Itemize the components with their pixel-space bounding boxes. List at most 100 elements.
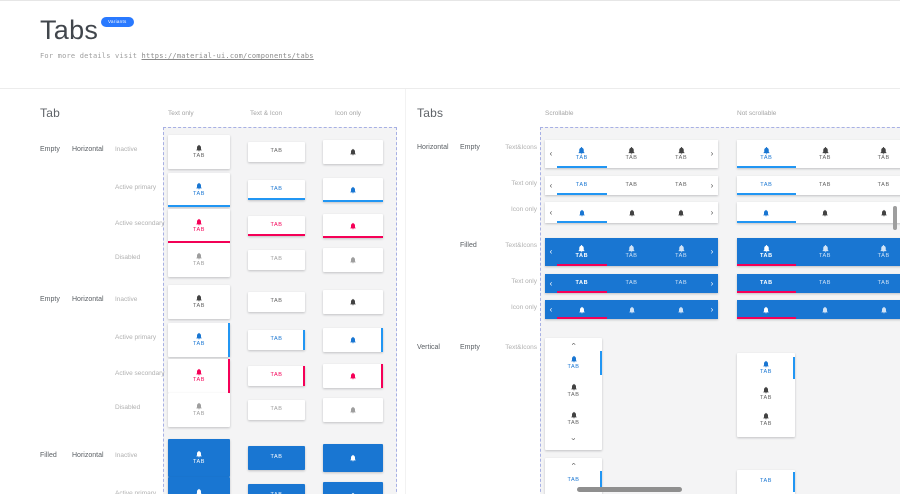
tab-item[interactable]: TAB [607, 140, 657, 168]
tabs-bar-fixed[interactable]: TABTABTAB [737, 238, 900, 266]
tab-card[interactable]: TAB [168, 439, 230, 477]
tab-card[interactable] [323, 290, 383, 314]
tab-card[interactable]: TAB [168, 285, 230, 319]
tab-item[interactable]: TAB [796, 176, 855, 195]
tabs-bar-scrollable[interactable]: ‹› [545, 300, 718, 319]
tab-item[interactable]: TAB [545, 349, 602, 377]
tabs-bar-fixed[interactable]: TABTABTAB [737, 176, 900, 195]
tab-item[interactable]: TAB [557, 140, 607, 168]
scroll-up-icon[interactable]: ‹ [572, 338, 575, 349]
tab-item[interactable] [607, 300, 657, 319]
tab-item[interactable]: TAB [854, 274, 900, 293]
tab-card[interactable]: TAB [248, 400, 305, 420]
scroll-prev-icon[interactable]: ‹ [545, 300, 557, 319]
tab-item[interactable]: TAB [656, 238, 706, 266]
tab-item[interactable] [737, 300, 796, 319]
tab-item[interactable]: TAB [737, 140, 796, 168]
tab-item[interactable]: TAB [656, 274, 706, 293]
vertical-tabs-card-scrollable[interactable]: ‹TABTABTAB‹ [545, 338, 602, 450]
tab-item[interactable]: TAB [737, 407, 795, 433]
tab-card[interactable]: TAB [168, 173, 230, 207]
tab-item[interactable]: TAB [796, 274, 855, 293]
tab-item[interactable]: TAB [545, 405, 602, 433]
tabs-bar-scrollable[interactable]: ‹TABTABTAB› [545, 176, 718, 195]
tab-item[interactable]: TAB [607, 238, 657, 266]
tab-item[interactable]: TAB [656, 176, 706, 195]
vertical-tabs-card-fixed[interactable]: TAB [737, 470, 795, 494]
scroll-prev-icon[interactable]: ‹ [545, 140, 557, 168]
scroll-next-icon[interactable]: › [706, 238, 718, 266]
scroll-down-icon[interactable]: ‹ [572, 433, 575, 444]
tabs-bar-scrollable[interactable]: ‹TABTABTAB› [545, 274, 718, 293]
tab-card[interactable] [323, 482, 383, 494]
tab-item[interactable]: TAB [854, 238, 900, 266]
tab-item[interactable]: TAB [557, 238, 607, 266]
tab-card[interactable] [323, 398, 383, 422]
tab-card[interactable]: TAB [168, 209, 230, 243]
tabs-bar-scrollable[interactable]: ‹TABTABTAB› [545, 140, 718, 168]
tab-item[interactable] [656, 202, 706, 223]
tab-item[interactable]: TAB [656, 140, 706, 168]
scroll-next-icon[interactable]: › [706, 176, 718, 195]
tabs-bar-fixed[interactable] [737, 300, 900, 319]
tab-item[interactable] [854, 300, 900, 319]
tab-card[interactable]: TAB [168, 323, 230, 357]
horizontal-scrollbar-thumb[interactable] [577, 487, 682, 492]
tabs-bar-scrollable[interactable]: ‹› [545, 202, 718, 223]
tab-item[interactable]: TAB [607, 274, 657, 293]
scroll-next-icon[interactable]: › [706, 202, 718, 223]
tab-item[interactable]: TAB [737, 381, 795, 407]
tab-card[interactable] [323, 214, 383, 238]
tab-item[interactable]: TAB [737, 355, 795, 381]
tab-card[interactable]: TAB [248, 446, 305, 470]
tab-item[interactable]: TAB [545, 377, 602, 405]
tab-card[interactable]: TAB [248, 180, 305, 200]
tab-card[interactable] [323, 178, 383, 202]
tab-card[interactable] [323, 444, 383, 472]
scroll-next-icon[interactable]: › [706, 300, 718, 319]
tab-item[interactable]: TAB [737, 470, 795, 494]
tab-card[interactable] [323, 328, 383, 352]
tab-card[interactable]: TAB [248, 250, 305, 270]
tab-card[interactable] [323, 140, 383, 164]
tab-card[interactable]: TAB [248, 366, 305, 386]
tab-item[interactable] [737, 202, 796, 223]
tab-card[interactable]: TAB [168, 359, 230, 393]
tab-item[interactable] [557, 202, 607, 223]
tabs-bar-fixed[interactable]: TABTABTAB [737, 274, 900, 293]
tabs-bar-fixed[interactable]: TABTABTAB [737, 140, 900, 168]
scroll-prev-icon[interactable]: ‹ [545, 238, 557, 266]
tab-card[interactable]: TAB [248, 330, 305, 350]
tab-item[interactable]: TAB [854, 140, 900, 168]
tab-card[interactable] [323, 364, 383, 388]
tab-item[interactable] [796, 202, 855, 223]
tab-item[interactable]: TAB [607, 176, 657, 195]
vertical-scrollbar-thumb[interactable] [893, 206, 897, 230]
tab-item[interactable] [656, 300, 706, 319]
tab-item[interactable] [557, 300, 607, 319]
docs-link[interactable]: https://material-ui.com/components/tabs [142, 52, 314, 60]
tab-card[interactable]: TAB [248, 484, 305, 494]
tab-item[interactable] [607, 202, 657, 223]
tab-item[interactable]: TAB [737, 238, 796, 266]
scroll-prev-icon[interactable]: ‹ [545, 202, 557, 223]
tab-card[interactable]: TAB [248, 142, 305, 162]
tabs-bar-scrollable[interactable]: ‹TABTABTAB› [545, 238, 718, 266]
tab-item[interactable]: TAB [854, 176, 900, 195]
vertical-tabs-card-fixed[interactable]: TABTABTAB [737, 353, 795, 437]
tab-item[interactable]: TAB [796, 238, 855, 266]
tab-card[interactable]: TAB [168, 477, 230, 494]
tab-item[interactable]: TAB [557, 176, 607, 195]
scroll-prev-icon[interactable]: ‹ [545, 176, 557, 195]
scroll-prev-icon[interactable]: ‹ [545, 274, 557, 293]
tab-card[interactable]: TAB [248, 216, 305, 236]
tab-card[interactable]: TAB [168, 393, 230, 427]
scroll-up-icon[interactable]: ‹ [572, 458, 575, 469]
scroll-next-icon[interactable]: › [706, 274, 718, 293]
tab-item[interactable] [796, 300, 855, 319]
scroll-next-icon[interactable]: › [706, 140, 718, 168]
tab-card[interactable]: TAB [168, 243, 230, 277]
tab-card[interactable]: TAB [168, 135, 230, 169]
tab-card[interactable]: TAB [248, 292, 305, 312]
tab-item[interactable]: TAB [796, 140, 855, 168]
